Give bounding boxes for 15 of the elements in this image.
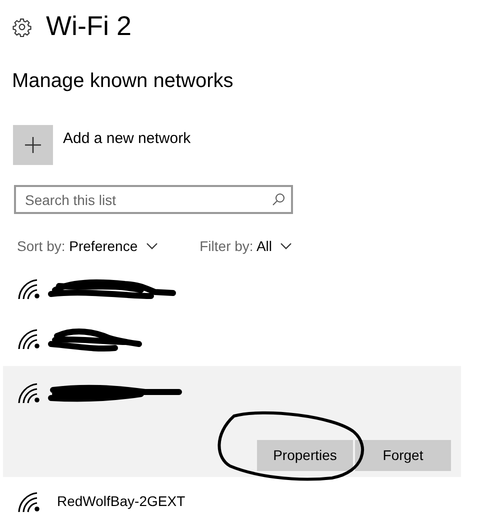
sort-dropdown[interactable]: Sort by: Preference bbox=[17, 236, 158, 256]
add-network-label[interactable]: Add a new network bbox=[63, 128, 191, 150]
network-action-button[interactable]: Forget bbox=[355, 440, 451, 471]
network-name: RedWolfBay-2GEXT bbox=[57, 492, 186, 511]
search-field[interactable]: Search this list bbox=[14, 185, 293, 214]
filter-dropdown[interactable]: Filter by: All bbox=[200, 236, 292, 256]
search-icon bbox=[272, 193, 285, 206]
plus-icon bbox=[25, 137, 41, 153]
section-heading: Manage known networks bbox=[12, 70, 234, 92]
chevron-down-icon bbox=[280, 242, 292, 250]
chevron-down-icon bbox=[146, 242, 158, 250]
network-action-button[interactable]: Properties bbox=[257, 440, 353, 471]
page-title: Wi-Fi 2 bbox=[46, 13, 132, 40]
network-item[interactable]: RedWolfBay-2GEXT bbox=[3, 479, 461, 513]
settings-icon bbox=[12, 16, 32, 36]
